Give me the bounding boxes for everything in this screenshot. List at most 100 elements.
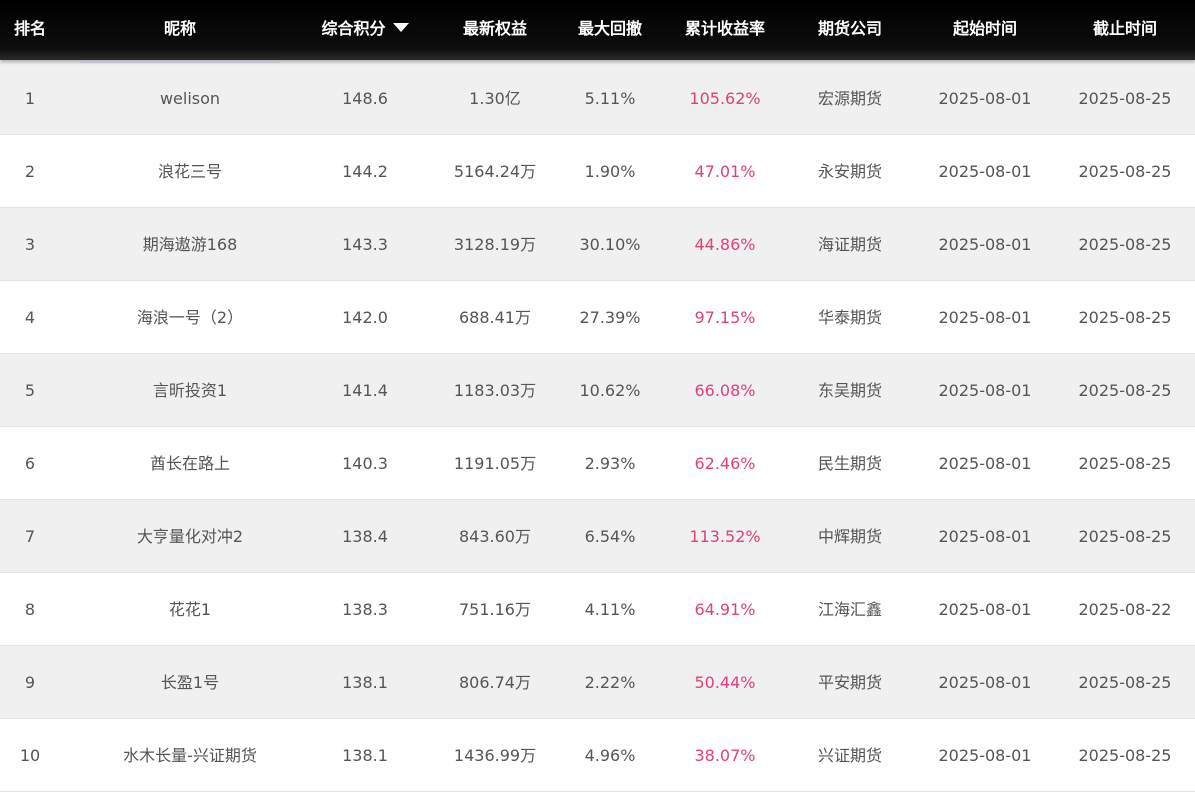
cell-score: 141.4 <box>342 381 388 400</box>
column-header-start[interactable]: 起始时间 <box>915 0 1055 60</box>
cell-equity: 688.41万 <box>459 308 531 327</box>
cell-name[interactable]: welison <box>80 62 300 135</box>
cell-drawdown: 27.39% <box>579 308 641 327</box>
cell-drawdown: 4.96% <box>584 746 636 765</box>
cell-rank: 1 <box>24 89 36 108</box>
cell-broker: 华泰期货 <box>817 308 882 327</box>
cell-equity: 3128.19万 <box>453 235 537 254</box>
cell-broker: 江海汇鑫 <box>817 600 882 619</box>
cell-name[interactable]: 长盈1号 <box>80 646 300 719</box>
cell-return: 47.01% <box>694 162 756 181</box>
cell-score: 144.2 <box>342 162 388 181</box>
table-row[interactable]: 5 言昕投资1 141.4 1183.03万 10.62% 66.08% 东吴期货 2025-… <box>0 354 1195 427</box>
table-row[interactable]: 4 海浪一号（2） 142.0 688.41万 27.39% 97.15% 华泰期货 2025… <box>0 281 1195 354</box>
cell-score: 138.4 <box>342 527 388 546</box>
cell-end: 2025-08-25 <box>1078 527 1172 546</box>
cell-broker: 平安期货 <box>817 673 882 692</box>
cell-rank: 9 <box>24 673 36 692</box>
cell-broker: 海证期货 <box>817 235 882 254</box>
cell-rank: 6 <box>24 454 36 473</box>
cell-name[interactable]: 酋长在路上 <box>80 427 300 500</box>
cell-rank: 8 <box>24 600 36 619</box>
table-row[interactable]: 2 浪花三号 144.2 5164.24万 1.90% 47.01% 永安期货 2025-08… <box>0 135 1195 208</box>
column-header-end[interactable]: 截止时间 <box>1055 0 1195 60</box>
cell-rank: 5 <box>24 381 36 400</box>
cell-end: 2025-08-25 <box>1078 746 1172 765</box>
table-row[interactable]: 1 welison 148.6 1.30亿 5.11% 105.62% 宏源期货 2025-0… <box>0 62 1195 135</box>
cell-start: 2025-08-01 <box>938 673 1032 692</box>
cell-start: 2025-08-01 <box>938 235 1032 254</box>
cell-drawdown: 2.22% <box>584 673 636 692</box>
cell-equity: 806.74万 <box>459 673 531 692</box>
column-header-equity[interactable]: 最新权益 <box>435 0 555 60</box>
cell-score: 140.3 <box>342 454 388 473</box>
table-body: 1 welison 148.6 1.30亿 5.11% 105.62% 宏源期货 2025-0… <box>0 62 1195 792</box>
column-header-name[interactable]: 昵称 <box>80 0 280 60</box>
cell-start: 2025-08-01 <box>938 600 1032 619</box>
cell-name[interactable]: 水木长量-兴证期货 <box>80 719 300 792</box>
column-header-score[interactable]: 综合积分 <box>295 0 435 60</box>
cell-broker: 民生期货 <box>817 454 882 473</box>
cell-equity: 1191.05万 <box>453 454 537 473</box>
cell-drawdown: 1.90% <box>584 162 636 181</box>
cell-end: 2025-08-22 <box>1078 600 1172 619</box>
column-header-return[interactable]: 累计收益率 <box>665 0 785 60</box>
cell-drawdown: 6.54% <box>584 527 636 546</box>
cell-return: 38.07% <box>694 746 756 765</box>
column-header-score-label: 综合积分 <box>321 19 386 38</box>
cell-name[interactable]: 浪花三号 <box>80 135 300 208</box>
table-row[interactable]: 3 期海遨游168 143.3 3128.19万 30.10% 44.86% 海证期货 202… <box>0 208 1195 281</box>
cell-start: 2025-08-01 <box>938 527 1032 546</box>
cell-rank: 4 <box>24 308 36 327</box>
cell-broker: 中辉期货 <box>817 527 882 546</box>
cell-return: 113.52% <box>689 527 761 546</box>
column-header-rank[interactable]: 排名 <box>0 0 60 60</box>
cell-drawdown: 10.62% <box>579 381 641 400</box>
cell-start: 2025-08-01 <box>938 381 1032 400</box>
cell-equity: 1436.99万 <box>453 746 537 765</box>
cell-end: 2025-08-25 <box>1078 235 1172 254</box>
cell-equity: 751.16万 <box>459 600 531 619</box>
cell-end: 2025-08-25 <box>1078 89 1172 108</box>
cell-start: 2025-08-01 <box>938 89 1032 108</box>
cell-start: 2025-08-01 <box>938 162 1032 181</box>
cell-broker: 永安期货 <box>817 162 882 181</box>
table-row[interactable]: 7 大亨量化对冲2 138.4 843.60万 6.54% 113.52% 中辉期货 2025… <box>0 500 1195 573</box>
cell-return: 64.91% <box>694 600 756 619</box>
table-row[interactable]: 6 酋长在路上 140.3 1191.05万 2.93% 62.46% 民生期货 2025-0… <box>0 427 1195 500</box>
table-row[interactable]: 10 水木长量-兴证期货 138.1 1436.99万 4.96% 38.07% 兴证期货 2… <box>0 719 1195 792</box>
cell-score: 142.0 <box>342 308 388 327</box>
cell-score: 138.1 <box>342 673 388 692</box>
cell-drawdown: 4.11% <box>584 600 636 619</box>
cell-name[interactable]: 花花1 <box>80 573 300 646</box>
cell-end: 2025-08-25 <box>1078 454 1172 473</box>
cell-return: 62.46% <box>694 454 756 473</box>
cell-return: 66.08% <box>694 381 756 400</box>
column-header-drawdown[interactable]: 最大回撤 <box>555 0 665 60</box>
cell-return: 50.44% <box>694 673 756 692</box>
cell-start: 2025-08-01 <box>938 454 1032 473</box>
cell-return: 44.86% <box>694 235 756 254</box>
cell-rank: 3 <box>24 235 36 254</box>
column-header-broker[interactable]: 期货公司 <box>785 0 915 60</box>
cell-equity: 1183.03万 <box>453 381 537 400</box>
cell-start: 2025-08-01 <box>938 308 1032 327</box>
cell-name[interactable]: 期海遨游168 <box>80 208 300 281</box>
cell-rank: 2 <box>24 162 36 181</box>
table-row[interactable]: 9 长盈1号 138.1 806.74万 2.22% 50.44% 平安期货 2025-08-… <box>0 646 1195 719</box>
cell-name[interactable]: 海浪一号（2） <box>80 281 300 354</box>
table-row[interactable]: 8 花花1 138.3 751.16万 4.11% 64.91% 江海汇鑫 2025-08-0… <box>0 573 1195 646</box>
cell-equity: 5164.24万 <box>453 162 537 181</box>
cell-end: 2025-08-25 <box>1078 381 1172 400</box>
leaderboard-table: 排名 昵称 综合积分 最新权益 最大回撤 累计收益率 期货公司 起始时间 截止时… <box>0 0 1195 795</box>
cell-end: 2025-08-25 <box>1078 162 1172 181</box>
cell-name[interactable]: 言昕投资1 <box>80 354 300 427</box>
table-header: 排名 昵称 综合积分 最新权益 最大回撤 累计收益率 期货公司 起始时间 截止时… <box>0 0 1195 60</box>
cell-end: 2025-08-25 <box>1078 673 1172 692</box>
cell-return: 97.15% <box>694 308 756 327</box>
cell-name[interactable]: 大亨量化对冲2 <box>80 500 300 573</box>
cell-score: 148.6 <box>342 89 388 108</box>
cell-score: 143.3 <box>342 235 388 254</box>
cell-broker: 东吴期货 <box>817 381 882 400</box>
cell-score: 138.3 <box>342 600 388 619</box>
